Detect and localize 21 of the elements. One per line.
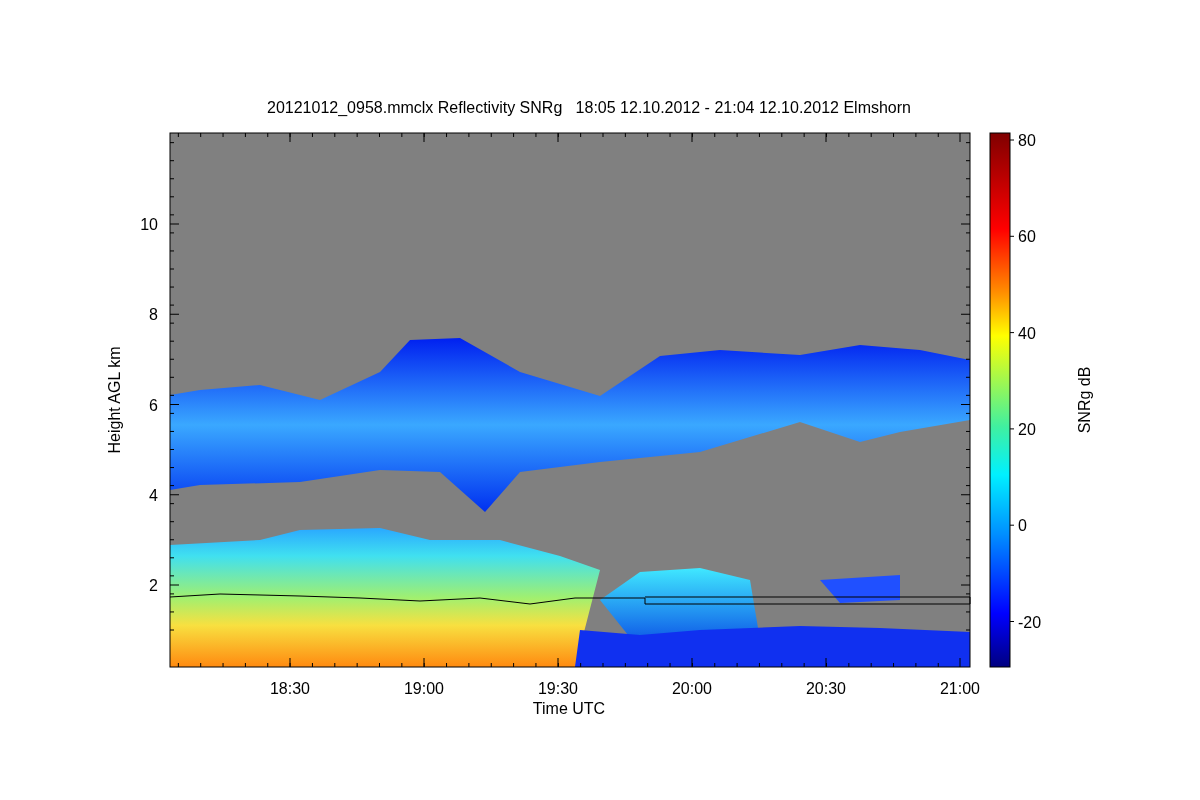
plot-title: 20121012_0958.mmclx Reflectivity SNRg 18:05 12.10.2012 - 21:04 12.10.2012 Elmshorn bbox=[267, 99, 911, 116]
x-tick-label: 20:30 bbox=[806, 680, 846, 697]
x-axis-label: Time UTC bbox=[532, 700, 606, 717]
y-tick-label: 8 bbox=[149, 306, 158, 324]
colorbar-tick-label: 80 bbox=[1018, 132, 1036, 149]
x-tick-label: 19:30 bbox=[538, 680, 578, 697]
x-tick-label: 20:00 bbox=[672, 680, 712, 697]
x-tick-label: 21:00 bbox=[940, 680, 980, 697]
colorbar-tick-label: 40 bbox=[1018, 324, 1036, 342]
colorbar-tick-label: 0 bbox=[1018, 517, 1027, 535]
y-tick-label: 4 bbox=[149, 486, 158, 504]
colorbar-tick-label: 20 bbox=[1018, 420, 1036, 438]
y-axis-label: Height AGL km bbox=[106, 346, 123, 454]
x-tick-label: 19:00 bbox=[404, 680, 444, 697]
y-tick-label: 10 bbox=[140, 216, 158, 233]
colorbar-label: SNRg dB bbox=[1076, 366, 1093, 434]
colorbar-tick-label: -20 bbox=[1018, 613, 1042, 631]
colorbar-tick-label: 60 bbox=[1018, 228, 1036, 246]
y-tick-label: 2 bbox=[149, 577, 158, 594]
x-tick-label: 18:30 bbox=[270, 680, 310, 697]
y-tick-label: 6 bbox=[149, 396, 158, 414]
